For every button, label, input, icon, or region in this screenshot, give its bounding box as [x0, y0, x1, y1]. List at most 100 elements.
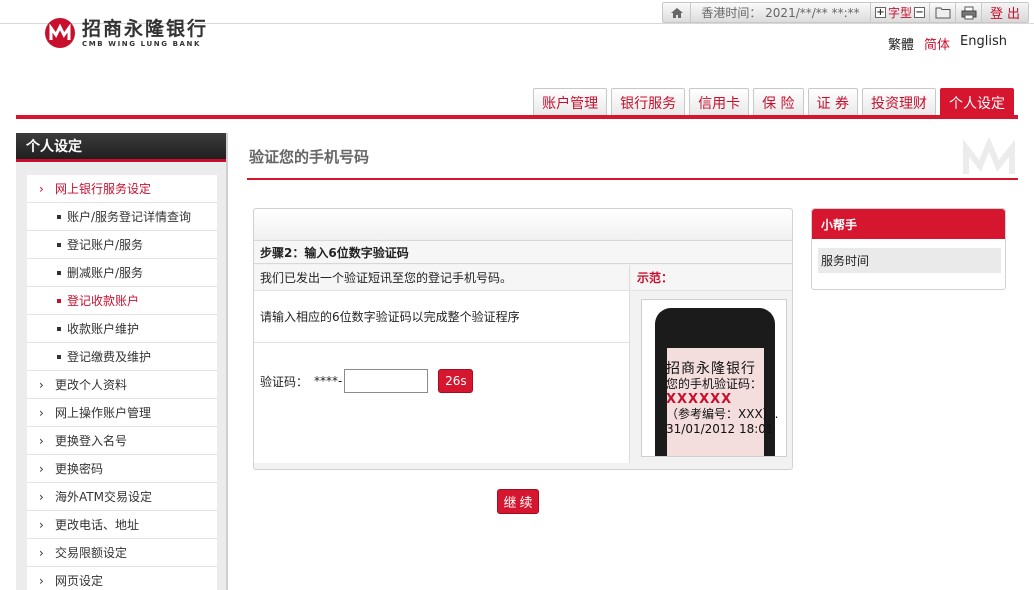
- helper-box: 小帮手 服务时间: [811, 208, 1006, 290]
- chevron-right-icon: ›: [39, 489, 44, 504]
- sidebar-item-label: 网上操作账户管理: [55, 406, 152, 420]
- sidebar-subitem-payee-maintenance[interactable]: 收款账户维护: [27, 315, 217, 343]
- instruction-text: 请输入相应的6位数字验证码以完成整个验证程序: [254, 291, 629, 343]
- sidebar-subitem-registration-query[interactable]: 账户/服务登记详情查询: [27, 203, 217, 231]
- sidebar-item-transaction-limits[interactable]: › 交易限额设定: [27, 539, 217, 567]
- sidebar-subitem-register-payee[interactable]: 登记收款账户: [27, 287, 217, 315]
- sidebar: 个人设定 › 网上银行服务设定 账户/服务登记详情查询 登记账户/服务 删减账户…: [16, 133, 228, 590]
- sidebar-item-label: 更换登入名号: [55, 434, 128, 448]
- sidebar-subitem-remove-account[interactable]: 删减账户/服务: [27, 259, 217, 287]
- continue-button[interactable]: 继续: [497, 489, 539, 514]
- sidebar-item-overseas-atm[interactable]: › 海外ATM交易设定: [27, 483, 217, 511]
- tab-accounts[interactable]: 账户管理: [533, 88, 608, 116]
- home-icon: [670, 7, 683, 18]
- sms-bank: 招商永隆银行: [666, 361, 756, 377]
- helper-item-service-hours[interactable]: 服务时间: [818, 248, 1001, 273]
- sidebar-subitem-register-account[interactable]: 登记账户/服务: [27, 231, 217, 259]
- otp-input[interactable]: [344, 369, 429, 393]
- logo-cn: 招商永隆银行: [82, 18, 209, 40]
- tab-investment[interactable]: 投资理财: [862, 88, 936, 116]
- bullet-icon: [57, 214, 61, 219]
- tab-securities[interactable]: 证 券: [807, 88, 858, 116]
- lang-traditional[interactable]: 繁體: [888, 34, 914, 53]
- font-label: 字型: [888, 6, 913, 20]
- chevron-right-icon: ›: [39, 181, 44, 196]
- panel-header: [254, 209, 792, 241]
- sidebar-item-change-password[interactable]: › 更换密码: [27, 455, 217, 483]
- hk-time: 香港时间： 2021/**/** **:**: [691, 3, 871, 22]
- title-divider: [247, 178, 1018, 180]
- bullet-icon: [57, 354, 61, 359]
- language-switch: 繁體 简体 English: [888, 34, 1007, 53]
- print-icon: [961, 6, 977, 19]
- lang-simplified[interactable]: 简体: [924, 34, 950, 53]
- sidebar-item-change-phone-address[interactable]: › 更改电话、地址: [27, 511, 217, 539]
- sidebar-subitem-label: 收款账户维护: [67, 322, 140, 336]
- lang-english[interactable]: English: [960, 34, 1007, 53]
- sidebar-subitem-label: 登记账户/服务: [67, 238, 144, 252]
- bullet-icon: [57, 298, 61, 303]
- resend-timer-button[interactable]: 26s: [438, 369, 474, 393]
- sidebar-item-personal-info[interactable]: › 更改个人资料: [27, 371, 217, 399]
- page-title: 验证您的手机号码: [249, 148, 370, 166]
- font-size-control: + 字型 −: [871, 3, 931, 22]
- code-prefix: ****-: [314, 374, 343, 388]
- sms-line1: 您的手机验证码：: [666, 377, 763, 391]
- chevron-right-icon: ›: [39, 573, 44, 588]
- verification-panel: 步骤2：输入6位数字验证码 我们已发出一个验证短讯至您的登记手机号码。 请输入相…: [253, 208, 793, 470]
- sidebar-subitem-bill-payment[interactable]: 登记缴费及维护: [27, 343, 217, 371]
- sidebar-item-label: 交易限额设定: [55, 546, 128, 560]
- verification-form: 我们已发出一个验证短讯至您的登记手机号码。 请输入相应的6位数字验证码以完成整个…: [254, 265, 630, 463]
- sidebar-item-label: 更改电话、地址: [55, 518, 140, 532]
- logo-watermark-icon: [962, 136, 1016, 179]
- sidebar-subitem-label: 登记缴费及维护: [67, 350, 152, 364]
- chevron-right-icon: ›: [39, 433, 44, 448]
- sidebar-item-label: 更换密码: [55, 462, 104, 476]
- top-toolbar: 香港时间： 2021/**/** **:** + 字型 − 登出: [662, 2, 1030, 23]
- bullet-icon: [57, 242, 61, 247]
- home-button[interactable]: [663, 3, 691, 22]
- bullet-icon: [57, 270, 61, 275]
- tab-personal-settings[interactable]: 个人设定: [940, 88, 1014, 116]
- chevron-right-icon: ›: [39, 517, 44, 532]
- sms-datetime: 31/01/2012 18:01: [666, 422, 774, 436]
- bullet-icon: [57, 326, 61, 331]
- sidebar-subitem-label: 登记收款账户: [67, 294, 140, 308]
- sidebar-item-label: 更改个人资料: [55, 378, 128, 392]
- nav-underline: [16, 115, 1018, 119]
- main-nav: 账户管理 银行服务 信用卡 保 险 证 券 投资理财 个人设定: [533, 88, 1014, 116]
- sidebar-item-change-login-name[interactable]: › 更换登入名号: [27, 427, 217, 455]
- demo-column: 示范： 招商永隆银行 您的手机验证码： XXXXXX （参考编号：XXX）. 3…: [631, 265, 792, 463]
- bank-logo[interactable]: 招商永隆银行 CMB WING LUNG BANK: [45, 18, 208, 48]
- sidebar-subitem-label: 删减账户/服务: [67, 266, 144, 280]
- folder-icon: [935, 7, 951, 19]
- tab-insurance[interactable]: 保 险: [753, 88, 804, 116]
- step-title: 步骤2：输入6位数字验证码: [254, 241, 792, 264]
- logo-en: CMB WING LUNG BANK: [82, 40, 202, 48]
- demo-label: 示范：: [631, 265, 792, 291]
- sms-preview: 招商永隆银行 您的手机验证码： XXXXXX （参考编号：XXX）. 31/01…: [666, 362, 778, 437]
- sidebar-item-label: 网页设定: [55, 574, 104, 588]
- font-decrease-button[interactable]: −: [914, 7, 926, 18]
- chevron-right-icon: ›: [39, 545, 44, 560]
- helper-title: 小帮手: [812, 209, 1005, 239]
- print-button[interactable]: [956, 3, 983, 22]
- sidebar-item-web-settings[interactable]: › 网页设定: [27, 567, 217, 590]
- chevron-right-icon: ›: [39, 405, 44, 420]
- font-increase-button[interactable]: +: [875, 7, 886, 18]
- sidebar-item-online-banking-settings[interactable]: › 网上银行服务设定: [27, 175, 217, 203]
- code-row: 验证码： ****- 26s: [254, 343, 629, 419]
- tab-credit-card[interactable]: 信用卡: [689, 88, 750, 116]
- sidebar-item-online-account-mgmt[interactable]: › 网上操作账户管理: [27, 399, 217, 427]
- tab-banking-services[interactable]: 银行服务: [611, 88, 686, 116]
- folder-button[interactable]: [930, 3, 957, 22]
- sidebar-subitem-label: 账户/服务登记详情查询: [67, 210, 192, 224]
- sidebar-title: 个人设定: [16, 133, 226, 162]
- logo-mark-icon: [45, 18, 75, 48]
- chevron-right-icon: ›: [39, 377, 44, 392]
- code-label: 验证码：: [260, 374, 309, 389]
- logout-button[interactable]: 登出: [982, 3, 1029, 22]
- sidebar-item-label: 网上银行服务设定: [55, 182, 152, 196]
- sms-ref: （参考编号：XXX）.: [666, 407, 779, 421]
- demo-phone-image: 招商永隆银行 您的手机验证码： XXXXXX （参考编号：XXX）. 31/01…: [641, 299, 787, 457]
